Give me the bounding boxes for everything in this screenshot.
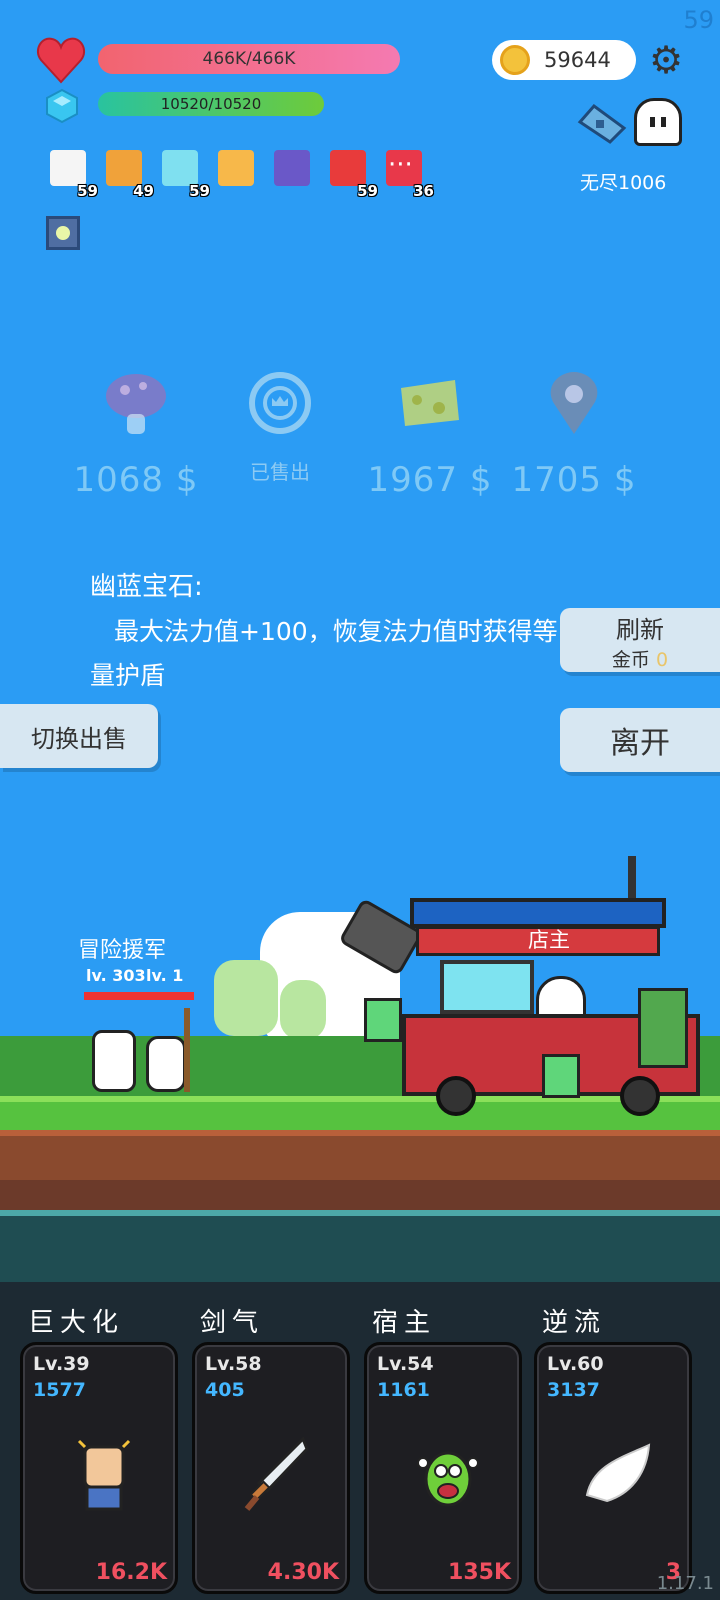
refresh-cost: 金币 0: [611, 649, 669, 671]
fps-counter: 59: [683, 6, 714, 34]
knight-character: [92, 1030, 136, 1092]
water: [0, 1210, 720, 1288]
skill-power: 1161: [377, 1379, 430, 1401]
shop-item-price: 1967 $: [367, 460, 493, 500]
skill-card[interactable]: Lv.60 3137 3: [534, 1342, 692, 1594]
inventory-item[interactable]: 59: [46, 148, 98, 200]
skill-name: 宿主: [372, 1308, 437, 1338]
ally-hp-bar: [130, 992, 194, 1000]
heart-icon: [36, 37, 86, 84]
light-buff-icon[interactable]: [46, 216, 80, 250]
ally-hp-bar: [84, 992, 130, 1000]
shop-window: [440, 960, 534, 1014]
tree: [280, 980, 326, 1040]
ghost-menu-icon[interactable]: [634, 98, 682, 146]
coin-icon: [500, 45, 530, 75]
skill-name: 剑气: [200, 1308, 265, 1338]
skill-card[interactable]: Lv.54 1161 135K: [364, 1342, 522, 1594]
skill-name: 逆流: [542, 1308, 607, 1338]
item-count: 59: [77, 182, 98, 200]
refresh-button[interactable]: 刷新 金币 0: [560, 608, 720, 672]
item-desc-body: 最大法力值+100，恢复法力值时获得等量护盾: [90, 617, 558, 690]
inventory-item[interactable]: 59: [158, 148, 210, 200]
fist-icon: [77, 1439, 131, 1511]
coin-counter: 59644: [492, 40, 636, 80]
leave-button[interactable]: 离开: [560, 708, 720, 772]
wing-icon: [585, 1443, 651, 1503]
skill-level: Lv.54: [377, 1353, 434, 1375]
inventory-row: 59 49 59 59 36: [46, 148, 438, 200]
shop-item-4[interactable]: 1705 $: [504, 368, 644, 500]
item-count: 59: [189, 182, 210, 200]
menu-sign: [364, 998, 402, 1042]
skill-power: 405: [205, 1379, 245, 1401]
version-label: 1.17.1: [656, 1573, 714, 1594]
skill-power: 3137: [547, 1379, 600, 1401]
skill-level: Lv.60: [547, 1353, 604, 1375]
cheese-icon: [401, 380, 459, 426]
scroll-icon: [218, 150, 254, 186]
dirt-deep: [0, 1180, 720, 1210]
item-count: 49: [133, 182, 154, 200]
virus-monster-icon: [417, 1451, 479, 1507]
shop-item-price: 1068 $: [73, 460, 199, 500]
inventory-item[interactable]: 59: [326, 148, 378, 200]
crown-token-icon: [249, 372, 311, 434]
skill-card[interactable]: Lv.39 1577 16.2K: [20, 1342, 178, 1594]
ally-level: lv. 1: [146, 966, 184, 985]
endless-level-label: 无尽1006: [580, 172, 667, 194]
refresh-label: 刷新: [616, 616, 664, 644]
wheel: [436, 1076, 476, 1116]
item-count: 36: [413, 182, 434, 200]
shopkeeper-label: 店主: [528, 928, 570, 952]
wizard-hat-icon: [274, 150, 310, 186]
wizard-character: [146, 1036, 186, 1092]
trash-can: [638, 988, 688, 1068]
skill-name: 巨大化: [28, 1308, 125, 1338]
inventory-item[interactable]: 49: [102, 148, 154, 200]
inventory-item[interactable]: [270, 148, 316, 194]
shop-item-1[interactable]: 1068 $: [66, 368, 206, 500]
ally-name: 冒险援军: [78, 938, 167, 963]
skill-upgrade-cost: 16.2K: [95, 1560, 167, 1585]
pitchfork: [184, 1008, 190, 1092]
hp-bar: 466K/466K: [98, 44, 400, 74]
sold-label: 已售出: [250, 460, 310, 484]
skill-level: Lv.58: [205, 1353, 262, 1375]
shop-item-price: 1705 $: [511, 460, 637, 500]
book-icon: [106, 150, 142, 186]
flower-icon: [50, 150, 86, 186]
settings-gear-icon[interactable]: ⚙: [646, 40, 686, 80]
sword-icon: [244, 1436, 309, 1511]
inventory-item[interactable]: [214, 148, 260, 194]
mp-bar: 10520/10520: [98, 92, 324, 116]
map-pin-icon: [550, 372, 598, 434]
more-items-button[interactable]: ···: [388, 150, 413, 180]
tree: [214, 960, 278, 1036]
coin-value: 59644: [544, 48, 611, 72]
sword-icon: [162, 150, 198, 186]
switch-sell-button[interactable]: 切换出售: [0, 704, 158, 768]
skill-level: Lv.39: [33, 1353, 90, 1375]
chimney: [628, 856, 636, 900]
item-count: 59: [357, 182, 378, 200]
skill-upgrade-cost: 4.30K: [267, 1560, 339, 1585]
ally-level: lv. 303: [86, 966, 146, 985]
menu-sign: [542, 1054, 580, 1098]
skill-card[interactable]: Lv.58 405 4.30K: [192, 1342, 350, 1594]
dungeon-map-icon[interactable]: [576, 100, 628, 144]
mushroom-icon: [106, 374, 166, 434]
item-desc-title: 幽蓝宝石:: [90, 572, 203, 602]
apple-icon: [330, 150, 366, 186]
shop-item-2: 已售出: [210, 368, 350, 485]
skill-power: 1577: [33, 1379, 86, 1401]
wheel: [620, 1076, 660, 1116]
shop-item-3[interactable]: 1967 $: [360, 368, 500, 500]
mana-gem-icon: [46, 88, 78, 124]
skill-upgrade-cost: 135K: [448, 1560, 511, 1585]
